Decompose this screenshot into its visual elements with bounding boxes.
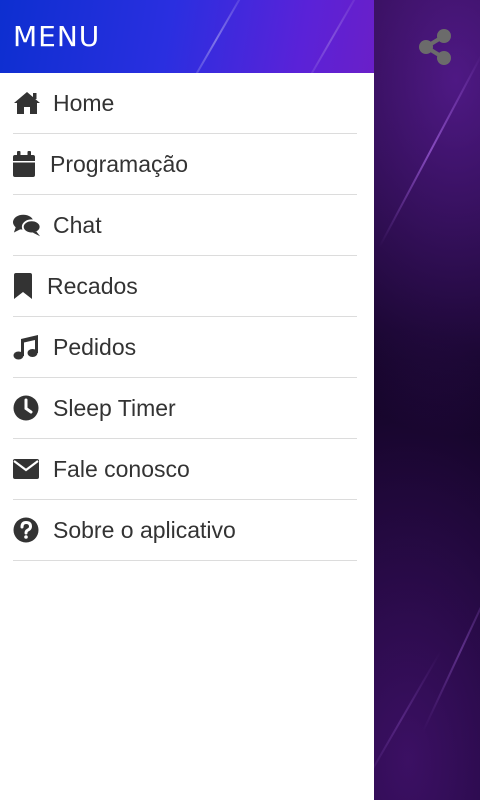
menu-item-label: Recados	[47, 272, 138, 299]
menu-item-sleep-timer[interactable]: Sleep Timer	[13, 378, 357, 439]
menu-item-label: Pedidos	[53, 333, 137, 360]
header-light-streak	[180, 0, 252, 73]
drawer-title: MENU	[13, 20, 101, 53]
chat-icon	[13, 211, 41, 239]
menu-item-programacao[interactable]: Programação	[13, 134, 357, 195]
header-light-streak	[295, 0, 367, 73]
clock-icon	[13, 394, 41, 422]
menu-item-sobre[interactable]: Sobre o aplicativo	[13, 500, 357, 561]
menu-item-label: Sleep Timer	[53, 394, 176, 421]
menu-item-home[interactable]: Home	[13, 73, 357, 134]
menu-item-label: Programação	[50, 150, 189, 177]
menu-item-label: Sobre o aplicativo	[53, 516, 236, 543]
share-button[interactable]	[414, 26, 456, 68]
bookmark-icon	[13, 272, 35, 300]
menu-item-pedidos[interactable]: Pedidos	[13, 317, 357, 378]
background-light-streak	[378, 52, 480, 248]
share-icon	[419, 29, 451, 65]
navigation-drawer: MENU Home Programação Chat Recados Pedid…	[0, 0, 374, 800]
menu-list: Home Programação Chat Recados Pedidos Sl…	[0, 73, 374, 561]
menu-item-fale-conosco[interactable]: Fale conosco	[13, 439, 357, 500]
background-light-streak	[422, 568, 480, 732]
menu-item-label: Home	[53, 89, 115, 116]
music-icon	[13, 333, 41, 361]
drawer-header: MENU	[0, 0, 374, 73]
envelope-icon	[13, 455, 41, 483]
menu-item-chat[interactable]: Chat	[13, 195, 357, 256]
menu-item-recados[interactable]: Recados	[13, 256, 357, 317]
menu-item-label: Chat	[53, 211, 102, 238]
calendar-icon	[13, 150, 37, 178]
question-icon	[13, 516, 41, 544]
home-icon	[13, 89, 41, 117]
menu-item-label: Fale conosco	[53, 455, 190, 482]
